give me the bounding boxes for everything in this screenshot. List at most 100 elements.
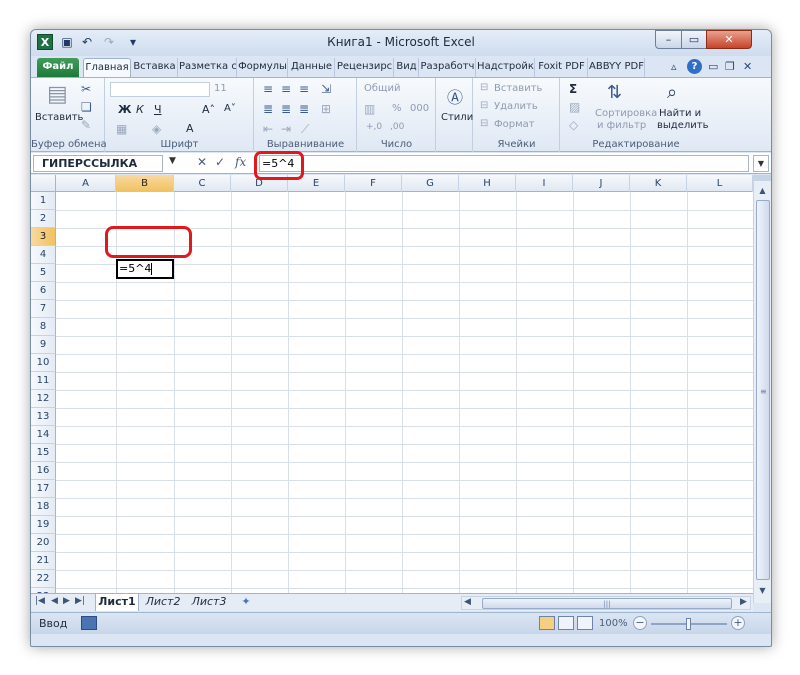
tab-abbyy-pdf[interactable]: ABBYY PDF xyxy=(589,58,645,77)
currency-icon[interactable]: ▥ xyxy=(364,102,375,116)
column-header-h[interactable]: H xyxy=(459,175,516,192)
align-center-icon[interactable]: ≣ xyxy=(281,102,291,116)
align-left-icon[interactable]: ≣ xyxy=(263,102,273,116)
row-header-14[interactable]: 14 xyxy=(31,426,56,444)
row-header-16[interactable]: 16 xyxy=(31,462,56,480)
tab-page-layout[interactable]: Разметка с xyxy=(179,58,237,77)
format-cells-button[interactable]: Формат xyxy=(494,119,535,130)
last-sheet-icon[interactable]: ▶| xyxy=(75,596,85,606)
vertical-scroll-thumb[interactable]: ≡ xyxy=(756,200,770,580)
sheet-tab-1[interactable]: Лист1 xyxy=(95,594,139,611)
normal-view-icon[interactable] xyxy=(539,616,555,630)
row-header-2[interactable]: 2 xyxy=(31,210,56,228)
find-select-label-2[interactable]: выделить xyxy=(657,120,708,131)
insert-cells-icon[interactable]: ⊟ xyxy=(480,82,488,93)
tab-view[interactable]: Вид xyxy=(395,58,419,77)
delete-cells-icon[interactable]: ⊟ xyxy=(480,100,488,111)
row-header-17[interactable]: 17 xyxy=(31,480,56,498)
page-break-view-icon[interactable] xyxy=(577,616,593,630)
align-top-icon[interactable]: ≡ xyxy=(263,82,273,96)
paste-icon[interactable]: ▤ xyxy=(47,82,68,107)
shrink-font-button[interactable]: A˅ xyxy=(224,103,236,114)
increase-decimal-button[interactable]: +,0 xyxy=(366,122,382,132)
merge-cells-icon[interactable]: ⊞ xyxy=(321,102,331,116)
scroll-down-icon[interactable]: ▼ xyxy=(755,583,770,598)
insert-sheet-icon[interactable]: ✦ xyxy=(235,594,257,611)
copy-icon[interactable]: ❏ xyxy=(81,100,92,114)
tab-developer[interactable]: Разработч xyxy=(420,58,476,77)
align-right-icon[interactable]: ≣ xyxy=(299,102,309,116)
row-header-11[interactable]: 11 xyxy=(31,372,56,390)
expand-formula-bar-icon[interactable]: ▼ xyxy=(753,155,769,172)
scroll-right-icon[interactable]: ▶ xyxy=(740,597,747,607)
bold-button[interactable]: Ж xyxy=(118,103,131,116)
row-header-15[interactable]: 15 xyxy=(31,444,56,462)
row-header-13[interactable]: 13 xyxy=(31,408,56,426)
minimize-button[interactable]: – xyxy=(655,30,682,49)
italic-button[interactable]: К xyxy=(136,103,144,116)
column-header-i[interactable]: I xyxy=(516,175,573,192)
styles-icon[interactable]: Ⓐ xyxy=(447,84,463,108)
sheet-tab-3[interactable]: Лист3 xyxy=(187,594,231,611)
column-header-l[interactable]: L xyxy=(687,175,753,192)
row-header-4[interactable]: 4 xyxy=(31,246,56,264)
name-box-dropdown-icon[interactable]: ▼ xyxy=(169,156,176,166)
row-header-7[interactable]: 7 xyxy=(31,300,56,318)
underline-button[interactable]: Ч xyxy=(154,103,162,116)
minimize-ribbon-icon[interactable]: ▵ xyxy=(671,60,677,73)
paste-button-label[interactable]: Вставить xyxy=(35,112,83,123)
zoom-out-icon[interactable]: − xyxy=(633,616,647,630)
row-header-8[interactable]: 8 xyxy=(31,318,56,336)
cut-icon[interactable]: ✂ xyxy=(81,82,91,96)
cancel-entry-icon[interactable]: ✕ xyxy=(197,155,207,169)
zoom-in-icon[interactable]: + xyxy=(731,616,745,630)
sort-filter-label-1[interactable]: Сортировка xyxy=(595,108,657,119)
first-sheet-icon[interactable]: |◀ xyxy=(35,596,45,606)
column-header-k[interactable]: K xyxy=(630,175,687,192)
orientation-icon[interactable]: ⟋ xyxy=(301,122,309,137)
tab-addins[interactable]: Надстройк xyxy=(477,58,535,77)
tab-insert[interactable]: Вставка xyxy=(132,58,178,77)
doc-minimize-icon[interactable]: ▭ xyxy=(708,60,718,73)
horizontal-scroll-thumb[interactable]: ||| xyxy=(482,598,732,609)
sort-filter-icon[interactable]: ⇅ xyxy=(607,82,622,103)
autosum-button[interactable]: Σ xyxy=(569,82,577,96)
help-icon[interactable]: ? xyxy=(687,59,702,74)
zoom-slider-thumb[interactable] xyxy=(686,618,691,630)
doc-close-icon[interactable]: ✕ xyxy=(743,60,752,73)
fill-icon[interactable]: ▨ xyxy=(569,100,580,114)
percent-button[interactable]: % xyxy=(392,103,402,114)
format-painter-icon[interactable]: ✎ xyxy=(81,118,91,132)
borders-icon[interactable]: ▦ xyxy=(116,122,127,136)
align-bottom-icon[interactable]: ≡ xyxy=(299,82,309,96)
align-middle-icon[interactable]: ≡ xyxy=(281,82,291,96)
next-sheet-icon[interactable]: ▶ xyxy=(63,596,70,606)
maximize-button[interactable]: ▭ xyxy=(681,30,707,49)
number-format-box[interactable]: Общий xyxy=(364,83,400,94)
row-header-6[interactable]: 6 xyxy=(31,282,56,300)
find-select-label-1[interactable]: Найти и xyxy=(659,108,701,119)
horizontal-scrollbar[interactable]: ◀ ||| ▶ xyxy=(461,596,751,610)
macro-record-icon[interactable] xyxy=(81,616,97,630)
row-header-22[interactable]: 22 xyxy=(31,570,56,588)
format-cells-icon[interactable]: ⊟ xyxy=(480,118,488,129)
fill-color-icon[interactable]: ◈ xyxy=(152,122,161,136)
font-color-button[interactable]: A xyxy=(186,122,194,135)
close-button[interactable]: ✕ xyxy=(706,30,752,49)
scroll-up-icon[interactable]: ▲ xyxy=(755,183,770,198)
scroll-left-icon[interactable]: ◀ xyxy=(464,597,471,607)
insert-function-icon[interactable]: fx xyxy=(235,155,246,169)
thousands-button[interactable]: 000 xyxy=(410,103,429,114)
zoom-level[interactable]: 100% xyxy=(599,618,628,629)
column-header-a[interactable]: A xyxy=(56,175,116,192)
find-select-icon[interactable]: ⌕ xyxy=(667,82,677,103)
row-header-20[interactable]: 20 xyxy=(31,534,56,552)
column-header-g[interactable]: G xyxy=(402,175,459,192)
row-header-1[interactable]: 1 xyxy=(31,192,56,210)
tab-file[interactable]: Файл xyxy=(37,58,79,77)
formula-input[interactable]: =5^4 xyxy=(259,155,749,172)
row-header-9[interactable]: 9 xyxy=(31,336,56,354)
tab-formulas[interactable]: Формулы xyxy=(238,58,288,77)
row-header-21[interactable]: 21 xyxy=(31,552,56,570)
page-layout-view-icon[interactable] xyxy=(558,616,574,630)
